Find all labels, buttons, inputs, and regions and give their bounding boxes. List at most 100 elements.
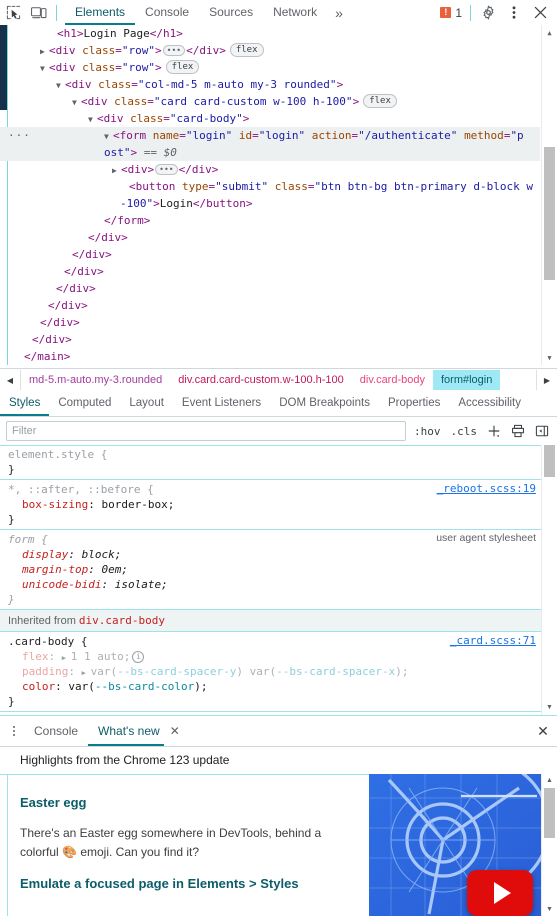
css-rule[interactable]: element.style {}: [0, 445, 542, 480]
close-icon[interactable]: [527, 1, 553, 25]
tab-event-listeners[interactable]: Event Listeners: [173, 390, 270, 416]
css-rule-origin[interactable]: _reboot.scss:19: [437, 482, 536, 495]
dom-tree-row[interactable]: </div>: [0, 314, 540, 331]
tab-layout[interactable]: Layout: [120, 390, 173, 416]
breadcrumb-next-button[interactable]: ▶: [536, 369, 557, 391]
chrome-devtools-video-thumbnail[interactable]: [369, 774, 541, 916]
inherited-from-selector[interactable]: div.card-body: [79, 614, 165, 627]
css-declaration[interactable]: flex: ▶ 1 1 auto; i: [8, 649, 542, 664]
dom-tree-panel[interactable]: <h1>Login Page</h1><div class="row">•••<…: [0, 25, 557, 365]
breadcrumb-item-card-body[interactable]: div.card-body: [352, 370, 433, 391]
css-rule-origin[interactable]: _card.scss:71: [450, 634, 536, 647]
dom-tree-row[interactable]: <div>•••</div>: [0, 161, 540, 178]
css-selector[interactable]: *, ::after, ::before {: [8, 483, 154, 496]
dom-tree-row[interactable]: <div class="card-body">: [0, 110, 540, 127]
collapse-triangle-icon[interactable]: [104, 128, 113, 145]
inspect-element-icon[interactable]: [0, 1, 26, 25]
filter-input[interactable]: [6, 421, 406, 441]
collapse-triangle-icon[interactable]: [88, 111, 97, 128]
dom-tree-row[interactable]: <button type="submit" class="btn btn-bg …: [0, 178, 540, 195]
tab-styles[interactable]: Styles: [0, 390, 49, 416]
expand-triangle-icon[interactable]: [112, 162, 121, 179]
more-tabs-icon[interactable]: »: [327, 5, 351, 21]
dom-tree-row[interactable]: </div>: [0, 280, 540, 297]
more-vertical-icon-drawer[interactable]: [4, 719, 24, 743]
tab-accessibility[interactable]: Accessibility: [449, 390, 530, 416]
css-declaration[interactable]: display: block;: [8, 547, 542, 562]
drawer-scroll-down-icon[interactable]: ▼: [542, 902, 557, 916]
drawer-scroll-up-icon[interactable]: ▲: [542, 773, 557, 788]
css-declaration[interactable]: margin-top: 0em;: [8, 562, 542, 577]
dom-tree-row[interactable]: </div>: [0, 229, 540, 246]
breadcrumb-prev-button[interactable]: ◀: [0, 369, 21, 391]
css-selector[interactable]: element.style {: [8, 448, 107, 461]
css-selector[interactable]: .card-body {: [8, 635, 87, 648]
dom-tree-row[interactable]: <h1>Login Page</h1>: [0, 25, 540, 42]
whats-new-link-tail: Styles: [260, 876, 299, 891]
device-toolbar-icon[interactable]: [26, 1, 52, 25]
scroll-down-icon[interactable]: ▼: [542, 350, 557, 365]
breadcrumb-item-col[interactable]: md-5.m-auto.my-3.rounded: [21, 370, 170, 391]
hov-button[interactable]: :hov: [412, 425, 443, 438]
tab-sources[interactable]: Sources: [199, 0, 263, 25]
scrollbar-thumb[interactable]: [544, 147, 555, 280]
breadcrumb: ◀ md-5.m-auto.my-3.rounded div.card.card…: [0, 368, 557, 392]
dom-tree-row[interactable]: <div class="row">•••</div>flex: [0, 42, 540, 59]
dom-tree-row[interactable]: <div class="card card-custom w-100 h-100…: [0, 93, 540, 110]
css-declaration[interactable]: box-sizing: border-box;: [8, 497, 542, 512]
dom-tree-row[interactable]: <div class="col-md-5 m-auto my-3 rounded…: [0, 76, 540, 93]
drawer-close-icon[interactable]: ✕: [529, 716, 557, 746]
dom-tree-row[interactable]: </div>: [0, 297, 540, 314]
whats-new-paragraph: There's an Easter egg somewhere in DevTo…: [20, 824, 330, 862]
whats-new-link-main: Emulate a focused page in Elements: [20, 876, 246, 891]
expand-triangle-icon[interactable]: [40, 43, 49, 60]
tab-computed[interactable]: Computed: [49, 390, 120, 416]
dom-tree-row[interactable]: ost"> == $0: [0, 144, 540, 161]
tab-properties[interactable]: Properties: [379, 390, 449, 416]
drawer-scrollbar[interactable]: ▲ ▼: [541, 773, 557, 916]
tab-elements[interactable]: Elements: [65, 0, 135, 25]
dom-tree-row[interactable]: </div>: [0, 263, 540, 280]
drawer-tab-whats-new[interactable]: What's new: [88, 716, 164, 746]
collapse-triangle-icon[interactable]: [40, 60, 49, 77]
css-selector[interactable]: form {: [8, 533, 48, 546]
scroll-up-icon[interactable]: ▲: [542, 25, 557, 40]
drawer-tab-close-icon[interactable]: ✕: [164, 716, 186, 746]
more-vertical-icon[interactable]: [501, 1, 527, 25]
whats-new-link[interactable]: Emulate a focused page in Elements > Sty…: [20, 876, 355, 891]
css-rule[interactable]: _reboot.scss:19 *, ::after, ::before {box…: [0, 480, 542, 530]
collapse-triangle-icon[interactable]: [72, 94, 81, 111]
toggle-sidebar-icon[interactable]: [533, 422, 551, 440]
css-declaration[interactable]: unicode-bidi: isolate;: [8, 577, 542, 592]
youtube-play-icon[interactable]: [467, 870, 533, 916]
dom-tree-row[interactable]: </div>: [0, 246, 540, 263]
styles-scrollbar[interactable]: ▼: [541, 445, 557, 715]
tab-dom-breakpoints[interactable]: DOM Breakpoints: [270, 390, 379, 416]
tab-network[interactable]: Network: [263, 0, 327, 25]
drawer-scrollbar-thumb[interactable]: [544, 788, 555, 838]
breadcrumb-item-form[interactable]: form#login: [432, 369, 501, 391]
styles-scrollbar-thumb[interactable]: [544, 445, 555, 477]
dom-tree-row[interactable]: -100">Login</button>: [0, 195, 540, 212]
tab-console[interactable]: Console: [135, 0, 199, 25]
collapse-triangle-icon[interactable]: [56, 77, 65, 94]
gear-icon[interactable]: [475, 1, 501, 25]
dom-tree-scrollbar[interactable]: ▲ ▼: [541, 25, 557, 365]
print-preview-icon[interactable]: [509, 422, 527, 440]
row-overflow-dots[interactable]: ···: [8, 127, 31, 144]
css-declaration[interactable]: color: var(--bs-card-color);: [8, 679, 542, 694]
dom-tree-row[interactable]: ···<form name="login" id="login" action=…: [0, 127, 540, 144]
cls-button[interactable]: .cls: [449, 425, 480, 438]
dom-tree-row[interactable]: </div>: [0, 331, 540, 348]
css-declaration[interactable]: padding: ▶ var(--bs-card-spacer-y) var(--…: [8, 664, 542, 679]
dom-tree-row[interactable]: <div class="row">flex: [0, 59, 540, 76]
breadcrumb-item-card[interactable]: div.card.card-custom.w-100.h-100: [170, 370, 351, 391]
error-badge[interactable]: ! 1: [436, 6, 466, 20]
css-rule[interactable]: user agent stylesheet form {display: bloc…: [0, 530, 542, 610]
dom-tree-row[interactable]: </form>: [0, 212, 540, 229]
styles-scroll-down-icon[interactable]: ▼: [542, 700, 557, 715]
drawer-tab-console[interactable]: Console: [24, 716, 88, 746]
dom-tree-row[interactable]: </main>: [0, 348, 540, 365]
plus-icon[interactable]: [485, 422, 503, 440]
css-rule-inherited[interactable]: _card.scss:71 .card-body {flex: ▶ 1 1 auto…: [0, 632, 542, 712]
